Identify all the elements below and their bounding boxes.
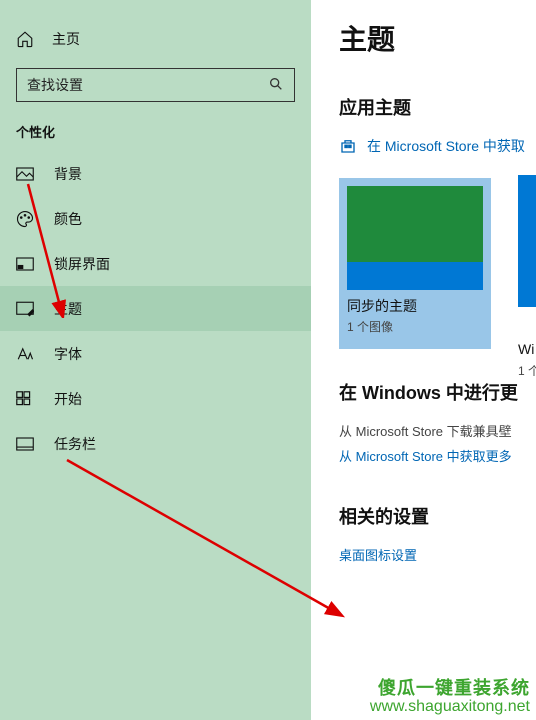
start-icon	[16, 391, 36, 407]
search-input[interactable]: 查找设置	[16, 68, 295, 102]
sidebar-item-fonts[interactable]: 字体	[0, 331, 311, 376]
watermark-line2: www.shaguaxitong.net	[370, 698, 530, 716]
nav-label: 锁屏界面	[54, 254, 110, 274]
desktop-icon-settings-link[interactable]: 桌面图标设置	[339, 545, 536, 564]
store-icon	[339, 137, 357, 155]
theme-count: 1 个图像	[347, 318, 483, 335]
theme-card-partial[interactable]	[518, 175, 536, 307]
sidebar-item-themes[interactable]: 主题	[0, 286, 311, 331]
palette-icon	[16, 210, 36, 228]
home-row[interactable]: 主页	[0, 18, 311, 60]
theme-thumbnail	[347, 186, 483, 290]
nav-label: 字体	[54, 344, 82, 364]
page-title: 主题	[339, 18, 536, 58]
nav-label: 背景	[54, 164, 82, 184]
search-placeholder: 查找设置	[27, 75, 83, 95]
store-link[interactable]: 在 Microsoft Store 中获取	[339, 136, 536, 156]
sidebar-item-lockscreen[interactable]: 锁屏界面	[0, 241, 311, 286]
theme-name-partial: Wi	[518, 341, 536, 357]
lockscreen-icon	[16, 257, 36, 271]
sidebar-item-start[interactable]: 开始	[0, 376, 311, 421]
sidebar-item-taskbar[interactable]: 任务栏	[0, 421, 311, 466]
picture-icon	[16, 167, 36, 181]
home-icon	[16, 30, 36, 48]
store-link-text: 在 Microsoft Store 中获取	[367, 136, 525, 156]
section-title: 个性化	[0, 114, 311, 151]
sidebar-item-colors[interactable]: 颜色	[0, 196, 311, 241]
theme-card-synced[interactable]: 同步的主题 1 个图像	[339, 178, 491, 349]
nav-label: 颜色	[54, 209, 82, 229]
theme-name: 同步的主题	[347, 296, 483, 316]
nav-label: 主题	[54, 299, 82, 319]
nav-label: 开始	[54, 389, 82, 409]
more-subtext: 从 Microsoft Store 下载兼具壁	[339, 421, 536, 440]
theme-icon	[16, 301, 36, 317]
theme-count-partial: 1 个	[518, 362, 536, 379]
apply-theme-heading: 应用主题	[339, 94, 536, 120]
related-settings-heading: 相关的设置	[339, 503, 536, 529]
search-icon	[268, 76, 284, 95]
watermark-line1: 傻瓜一键重装系统	[370, 679, 530, 699]
more-in-windows-heading: 在 Windows 中进行更	[339, 379, 536, 405]
watermark: 傻瓜一键重装系统 www.shaguaxitong.net	[370, 679, 530, 716]
nav-label: 任务栏	[54, 434, 96, 454]
taskbar-icon	[16, 437, 36, 451]
sidebar-item-background[interactable]: 背景	[0, 151, 311, 196]
home-label: 主页	[52, 29, 80, 49]
more-store-link[interactable]: 从 Microsoft Store 中获取更多	[339, 446, 536, 465]
font-icon	[16, 346, 36, 362]
